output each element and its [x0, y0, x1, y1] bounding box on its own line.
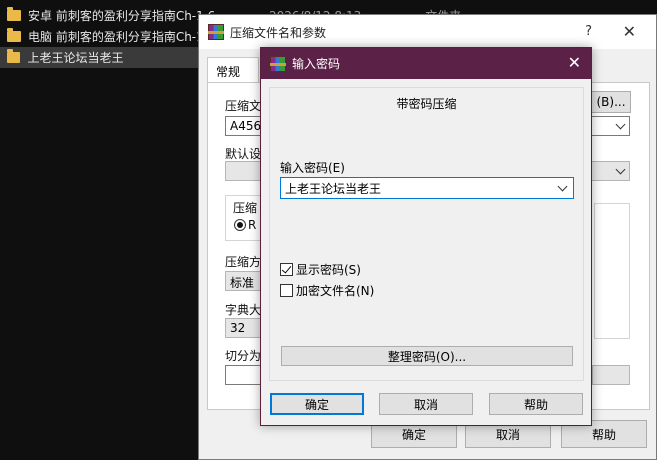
- close-icon[interactable]: ✕: [568, 53, 581, 72]
- show-password-label: 显示密码(S): [296, 263, 361, 277]
- browse-button[interactable]: (B)...: [591, 91, 631, 113]
- help-button[interactable]: 帮助: [489, 393, 583, 415]
- checkbox-checked-icon: [280, 263, 293, 276]
- organize-passwords-button[interactable]: 整理密码(O)...: [281, 346, 573, 366]
- password-group: 带密码压缩 输入密码(E) 上老王论坛当老王 显示密码(S) 加密文件名(N) …: [269, 87, 584, 381]
- dialog-title: 输入密码: [292, 57, 341, 71]
- archive-name-label: 压缩文: [225, 99, 262, 113]
- tab-general[interactable]: 常规: [207, 57, 259, 83]
- method-value: 标准: [230, 276, 255, 290]
- password-value: 上老王论坛当老王: [285, 182, 382, 196]
- file-name: 安卓 前刺客的盈利分享指南Ch-1.6: [28, 9, 216, 23]
- method-label: 压缩方: [225, 255, 262, 269]
- format-radio[interactable]: R: [234, 218, 256, 232]
- default-profile-label: 默认设: [225, 147, 262, 161]
- chevron-down-icon: [615, 119, 626, 130]
- split-label: 切分为: [225, 349, 262, 363]
- dictionary-value: 32: [230, 321, 246, 335]
- method-combo[interactable]: 标准: [225, 271, 265, 291]
- checkbox-unchecked-icon: [280, 284, 293, 297]
- cancel-button[interactable]: 取消: [379, 393, 473, 415]
- password-label: 输入密码(E): [280, 161, 345, 175]
- encrypt-filenames-checkbox[interactable]: 加密文件名(N): [280, 282, 374, 299]
- encrypt-filenames-label: 加密文件名(N): [296, 284, 375, 298]
- format-label: 压缩: [233, 201, 258, 215]
- list-item-selected[interactable]: 上老王论坛当老王: [0, 47, 215, 68]
- chevron-down-icon: [615, 164, 626, 175]
- folder-icon: [7, 49, 21, 63]
- file-name: 电脑 前刺客的盈利分享指南Ch-1.6: [28, 30, 216, 44]
- folder-icon: [7, 7, 21, 21]
- show-password-checkbox[interactable]: 显示密码(S): [280, 261, 361, 278]
- split-combo[interactable]: [225, 365, 265, 385]
- dialog-title-bar[interactable]: 输入密码 ✕: [261, 48, 591, 79]
- enter-password-dialog: 输入密码 ✕ 带密码压缩 输入密码(E) 上老王论坛当老王 显示密码(S) 加密…: [260, 47, 592, 426]
- folder-icon: [7, 28, 21, 42]
- password-input[interactable]: 上老王论坛当老王: [280, 177, 574, 199]
- dialog-heading: 带密码压缩: [396, 97, 457, 111]
- dictionary-combo[interactable]: 32: [225, 318, 265, 338]
- title-bar[interactable]: 压缩文件名和参数 ? ✕: [199, 15, 656, 49]
- format-option: R: [248, 218, 257, 232]
- winrar-icon: [208, 24, 224, 40]
- file-name: 上老王论坛当老王: [27, 51, 124, 65]
- window-title: 压缩文件名和参数: [230, 25, 327, 40]
- list-item[interactable]: 电脑 前刺客的盈利分享指南Ch-1.6: [0, 26, 223, 47]
- winrar-icon: [270, 55, 286, 72]
- dictionary-label: 字典大: [225, 303, 262, 317]
- options-group: [594, 203, 630, 339]
- chevron-down-icon[interactable]: [557, 181, 568, 192]
- split-unit-combo[interactable]: [592, 365, 630, 385]
- radio-icon: [234, 219, 246, 231]
- close-icon[interactable]: ✕: [623, 22, 636, 41]
- help-icon[interactable]: ?: [585, 24, 592, 39]
- ok-button[interactable]: 确定: [270, 393, 364, 415]
